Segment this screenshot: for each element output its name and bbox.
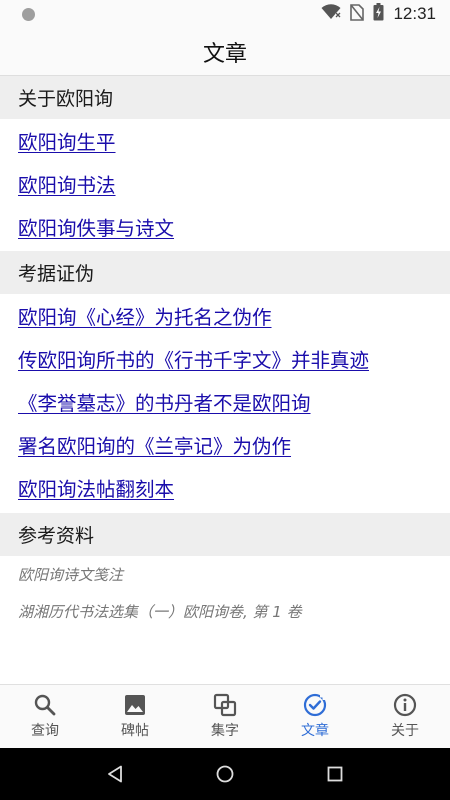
- search-icon: [33, 693, 57, 717]
- system-nav-bar: [0, 748, 450, 800]
- article-link[interactable]: 欧阳询《心经》为托名之伪作: [0, 294, 450, 337]
- status-bar: 12:31: [0, 0, 450, 28]
- notification-dot-icon: [22, 7, 35, 21]
- check-circle-icon: [303, 693, 327, 717]
- home-icon[interactable]: [210, 759, 240, 789]
- article-link[interactable]: 署名欧阳询的《兰亭记》为伪作: [0, 423, 450, 466]
- wifi-icon: [321, 4, 342, 24]
- article-link[interactable]: 欧阳询佚事与诗文: [0, 205, 450, 248]
- reference-item: 湖湘历代书法选集（一）欧阳询卷, 第 1 卷: [18, 603, 302, 621]
- image-icon: [123, 693, 147, 717]
- nav-tab-search[interactable]: 查询: [0, 685, 90, 748]
- section-header-evidence: 考据证伪: [0, 251, 450, 294]
- section-header-about: 关于欧阳询: [0, 76, 450, 119]
- info-icon: [393, 693, 417, 717]
- article-list: 关于欧阳询 欧阳询生平 欧阳询书法 欧阳询佚事与诗文 考据证伪 欧阳询《心经》为…: [0, 76, 450, 630]
- status-icons: 12:31: [321, 3, 436, 25]
- reference-item: 欧阳询诗文笺注: [18, 566, 124, 584]
- no-sim-icon: [350, 3, 365, 25]
- collage-icon: [213, 693, 237, 717]
- article-link[interactable]: 《李誉墓志》的书丹者不是欧阳询: [0, 380, 450, 423]
- nav-tab-label: 集字: [211, 723, 239, 739]
- nav-tab-label: 文章: [301, 723, 329, 739]
- page-title: 文章: [202, 41, 247, 67]
- nav-tab-label: 碑帖: [121, 723, 149, 739]
- section-header-references: 参考资料: [0, 513, 450, 556]
- battery-charging-icon: [373, 3, 384, 25]
- app-bar: 文章: [0, 28, 450, 76]
- nav-tab-rubbings[interactable]: 碑帖: [90, 685, 180, 748]
- nav-tab-about[interactable]: 关于: [360, 685, 450, 748]
- nav-tab-collect[interactable]: 集字: [180, 685, 270, 748]
- bottom-nav: 查询 碑帖 集字 文章 关于: [0, 684, 450, 748]
- article-link[interactable]: 传欧阳询所书的《行书千字文》并非真迹: [0, 337, 450, 380]
- article-link[interactable]: 欧阳询生平: [0, 119, 450, 162]
- nav-tab-label: 查询: [31, 723, 59, 739]
- back-icon[interactable]: [100, 759, 130, 789]
- nav-tab-articles[interactable]: 文章: [270, 685, 360, 748]
- status-time: 12:31: [393, 4, 436, 23]
- article-link[interactable]: 欧阳询书法: [0, 162, 450, 205]
- recents-icon[interactable]: [320, 759, 350, 789]
- article-link[interactable]: 欧阳询法帖翻刻本: [0, 466, 450, 509]
- nav-tab-label: 关于: [391, 723, 419, 739]
